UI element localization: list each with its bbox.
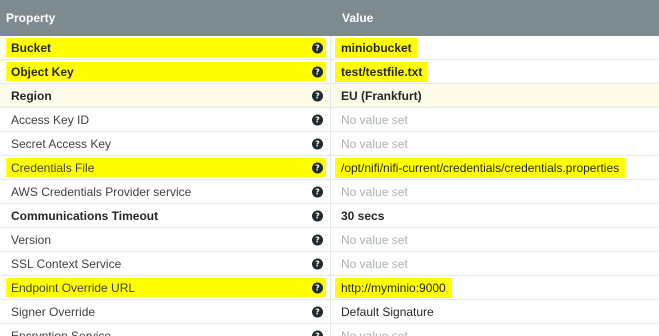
property-name-cell: Bucket? [0,36,331,59]
table-body: Bucket? miniobucket Object Key? test/testfi… [0,36,659,336]
table-row[interactable]: Secret Access Key? No value set [0,132,659,156]
help-question-icon[interactable]: ? [312,114,323,125]
property-name: Encryption Service [11,328,112,336]
table-header: Property Value [0,0,659,36]
property-name-cell: Version? [0,228,331,251]
table-row[interactable]: Bucket? miniobucket [0,36,659,60]
property-name: Version [11,232,52,247]
property-value-cell[interactable]: Default Signature [331,300,659,323]
property-name-cell: Region? [0,84,331,107]
property-name: Bucket [11,40,52,55]
property-name: Region [11,88,52,103]
column-divider [324,0,332,36]
property-value-cell[interactable]: EU (Frankfurt) [331,84,659,107]
help-question-icon[interactable]: ? [312,138,323,149]
help-question-icon[interactable]: ? [312,186,323,197]
property-name: Endpoint Override URL [11,280,136,295]
property-value: No value set [341,232,408,247]
property-value: No value set [341,256,408,271]
column-header-value[interactable]: Value [332,0,659,36]
property-value: EU (Frankfurt) [341,88,422,103]
help-question-icon[interactable]: ? [312,330,323,336]
property-name: AWS Credentials Provider service [11,184,192,199]
property-name-cell: Signer Override? [0,300,331,323]
property-name-cell: Encryption Service? [0,324,331,336]
property-value: miniobucket [335,37,418,58]
property-name: Signer Override [11,304,96,319]
table-row[interactable]: SSL Context Service? No value set [0,252,659,276]
help-question-icon[interactable]: ? [312,282,323,293]
table-row[interactable]: Credentials File?/opt/nifi/nifi-current/… [0,156,659,180]
property-name-cell: Credentials File? [0,156,331,179]
property-name: Communications Timeout [11,208,159,223]
property-value-cell[interactable]: No value set [331,180,659,203]
table-row[interactable]: Endpoint Override URL? http://myminio:900… [0,276,659,300]
property-value: No value set [341,112,408,127]
property-name: Access Key ID [11,112,90,127]
help-question-icon[interactable]: ? [312,306,323,317]
property-value: No value set [341,184,408,199]
help-question-icon[interactable]: ? [312,162,323,173]
table-row[interactable]: Encryption Service? No value set [0,324,659,336]
table-row[interactable]: Object Key? test/testfile.txt [0,60,659,84]
property-value-cell[interactable]: 30 secs [331,204,659,227]
property-value-cell[interactable]: http://myminio:9000 [331,276,659,299]
property-name-cell: Access Key ID? [0,108,331,131]
column-header-property[interactable]: Property [0,0,324,36]
property-value-cell[interactable]: No value set [331,252,659,275]
property-value: No value set [341,136,408,151]
property-value-cell[interactable]: No value set [331,228,659,251]
property-name-cell: Object Key? [0,60,331,83]
help-question-icon[interactable]: ? [312,258,323,269]
help-question-icon[interactable]: ? [312,42,323,53]
property-name-cell: AWS Credentials Provider service? [0,180,331,203]
property-value: /opt/nifi/nifi-current/credentials/crede… [335,157,626,178]
property-value-cell[interactable]: No value set [331,324,659,336]
property-name-cell: Secret Access Key? [0,132,331,155]
help-question-icon[interactable]: ? [312,234,323,245]
property-value-cell[interactable]: No value set [331,108,659,131]
property-value: Default Signature [341,304,434,319]
property-value: No value set [341,328,408,336]
property-name: Secret Access Key [11,136,112,151]
property-name-cell: Endpoint Override URL? [0,276,331,299]
help-question-icon[interactable]: ? [312,210,323,221]
property-name-cell: SSL Context Service? [0,252,331,275]
table-row[interactable]: Communications Timeout? 30 secs [0,204,659,228]
property-value: http://myminio:9000 [335,277,452,298]
table-row[interactable]: AWS Credentials Provider service? No valu… [0,180,659,204]
table-row[interactable]: Region? EU (Frankfurt) [0,84,659,108]
table-row[interactable]: Access Key ID? No value set [0,108,659,132]
property-value-cell[interactable]: No value set [331,132,659,155]
property-value: test/testfile.txt [335,61,429,82]
property-name: Object Key [11,64,74,79]
help-question-icon[interactable]: ? [312,90,323,101]
help-question-icon[interactable]: ? [312,66,323,77]
property-name: SSL Context Service [11,256,122,271]
property-name-cell: Communications Timeout? [0,204,331,227]
property-name: Credentials File [11,160,95,175]
property-value-cell[interactable]: /opt/nifi/nifi-current/credentials/crede… [331,156,659,179]
properties-table: Property Value Bucket? miniobucket Object … [0,0,659,336]
property-value-cell[interactable]: test/testfile.txt [331,60,659,83]
property-value: 30 secs [341,208,385,223]
table-row[interactable]: Signer Override? Default Signature [0,300,659,324]
table-row[interactable]: Version? No value set [0,228,659,252]
property-value-cell[interactable]: miniobucket [331,36,659,59]
